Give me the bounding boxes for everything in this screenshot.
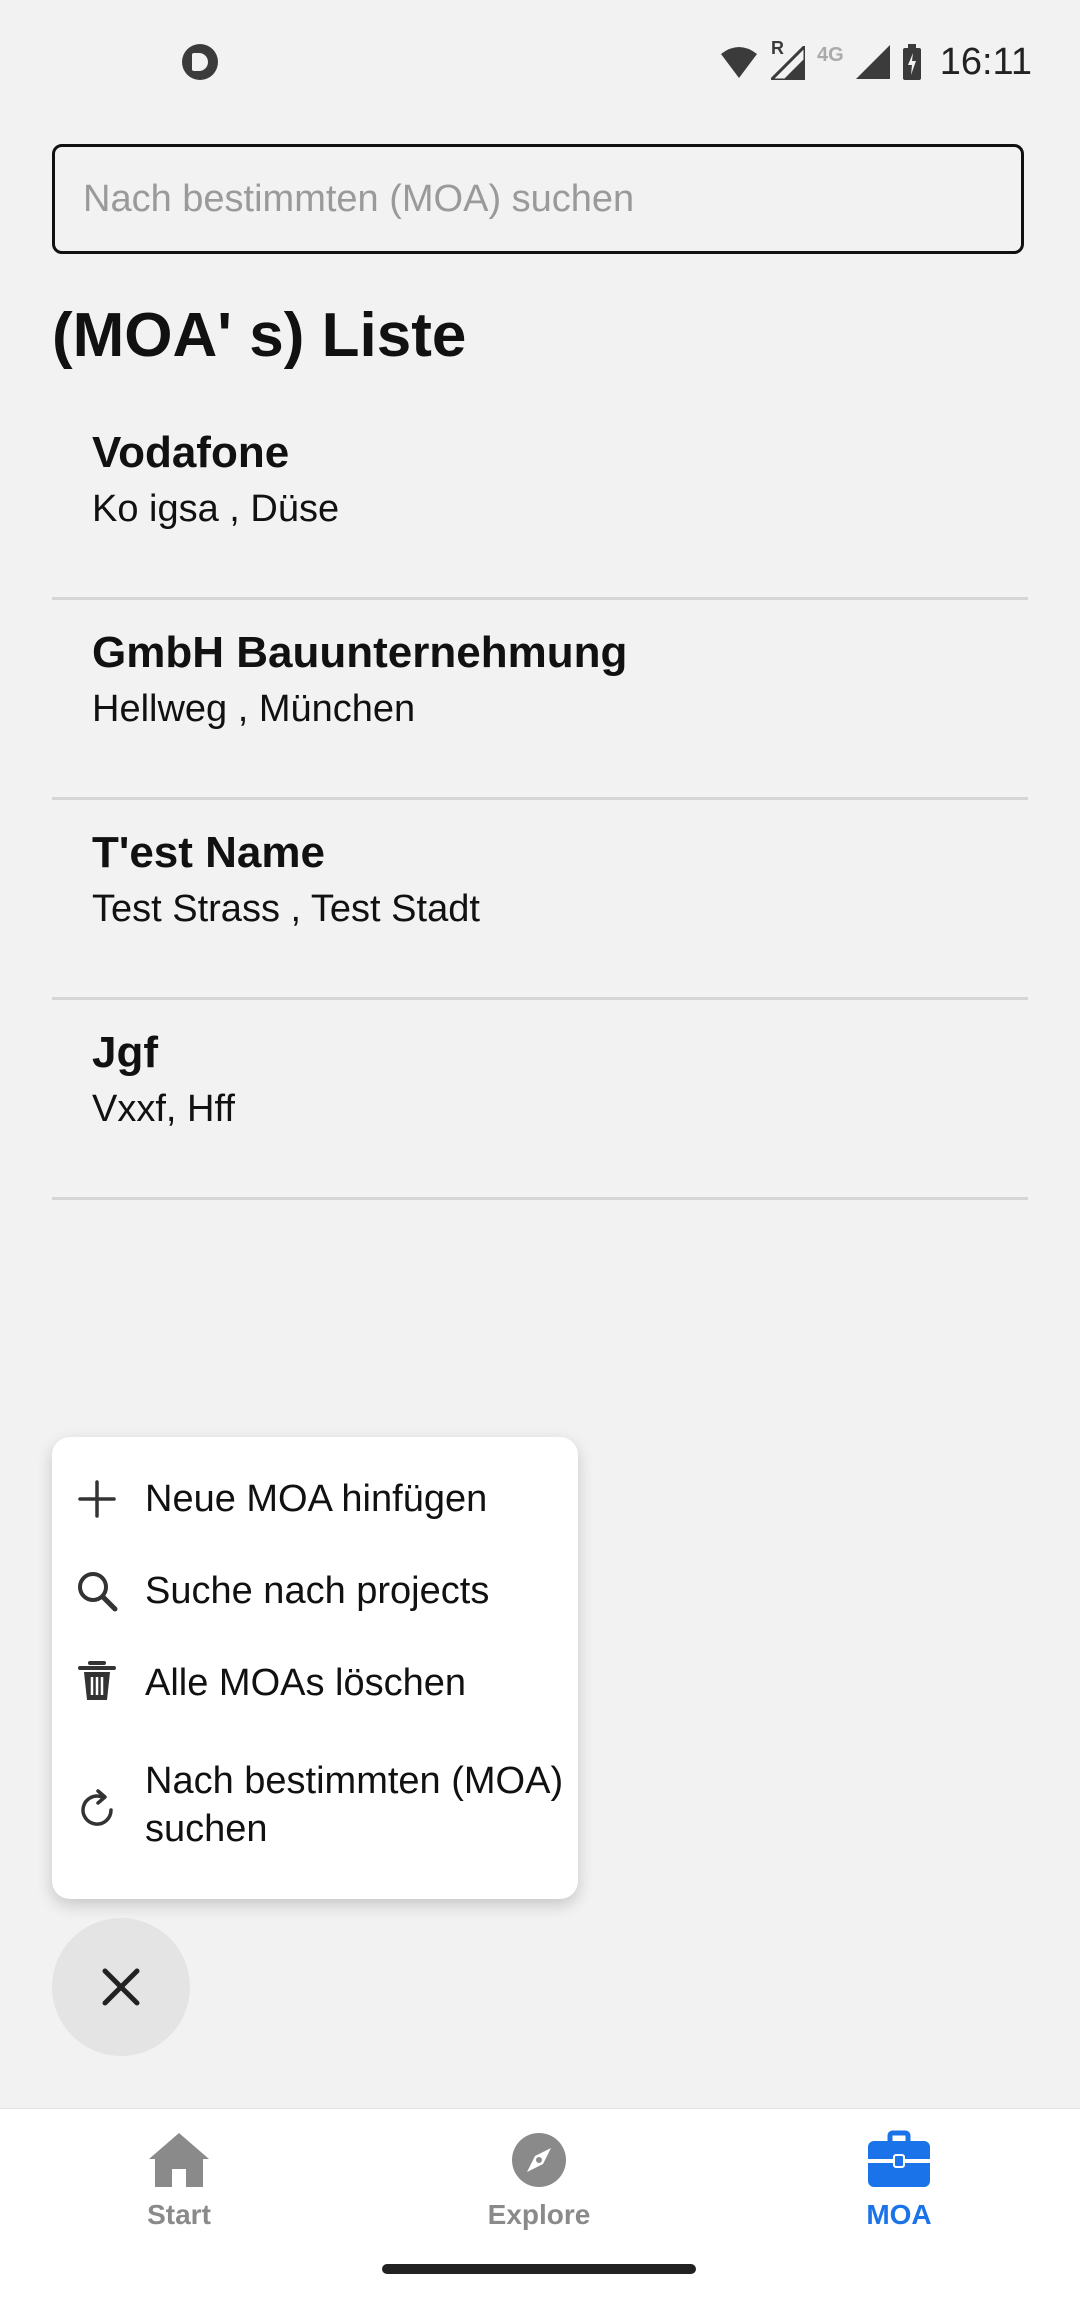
nav-label: MOA	[866, 2199, 932, 2230]
list-item[interactable]: Vodafone Ko igsa , Düse	[52, 400, 1028, 600]
app-notification-icon	[182, 44, 218, 80]
plus-icon	[78, 1480, 116, 1518]
list-item-subtitle: Hellweg , München	[92, 688, 416, 730]
list-item[interactable]: Jgf Vxxf, Hff	[52, 1000, 1028, 1200]
list-item[interactable]: GmbH Bauunternehmung Hellweg , München	[52, 600, 1028, 800]
menu-item-delete-all[interactable]: Alle MOAs löschen	[52, 1651, 578, 1715]
signal-roaming: R	[771, 38, 806, 80]
menu-item-add-moa[interactable]: Neue MOA hinfügen	[52, 1467, 578, 1531]
menu-item-label: Nach bestimmten (MOA) suchen	[145, 1760, 564, 1850]
menu-item-label: Suche nach projects	[145, 1570, 490, 1612]
menu-item-search-moa[interactable]: Nach bestimmten (MOA) suchen	[52, 1743, 578, 1871]
fab-action-menu: Neue MOA hinfügen Suche nach projects Al…	[52, 1437, 578, 1899]
close-menu-button[interactable]	[52, 1918, 190, 2056]
list-item-title: T'est Name	[92, 828, 325, 877]
signal-icon	[771, 46, 806, 80]
signal-full-icon	[855, 45, 890, 79]
compass-icon	[512, 2133, 566, 2187]
briefcase-icon	[868, 2130, 930, 2187]
search-icon	[78, 1572, 118, 1612]
clock: 16:11	[939, 40, 1032, 83]
search-box[interactable]	[52, 144, 1024, 254]
home-indicator[interactable]	[382, 2264, 696, 2274]
list-item-subtitle: Ko igsa , Düse	[92, 488, 340, 530]
nav-label: Explore	[487, 2199, 591, 2230]
network-type: 4G	[817, 43, 844, 66]
moa-list: Vodafone Ko igsa , Düse GmbH Bauunterneh…	[52, 400, 1028, 1200]
list-item-title: Jgf	[92, 1028, 158, 1077]
list-item-subtitle: Vxxf, Hff	[92, 1088, 235, 1130]
trash-icon	[78, 1661, 116, 1700]
list-item-subtitle: Test Strass , Test Stadt	[92, 888, 480, 930]
close-icon	[102, 1968, 140, 2006]
status-icons: R 4G 16:11	[719, 34, 1032, 90]
menu-item-label: Alle MOAs löschen	[145, 1662, 467, 1704]
status-bar: R 4G 16:11	[0, 0, 1080, 120]
nav-item-start[interactable]: Start	[79, 2129, 279, 2231]
menu-item-label: Neue MOA hinfügen	[145, 1478, 488, 1520]
list-item-title: GmbH Bauunternehmung	[92, 628, 628, 677]
list-item[interactable]: T'est Name Test Strass , Test Stadt	[52, 800, 1028, 1000]
battery-charging-icon	[902, 44, 921, 80]
nav-item-explore[interactable]: Explore	[439, 2129, 639, 2231]
home-icon	[149, 2133, 209, 2187]
wifi-icon	[721, 47, 758, 78]
nav-item-moa[interactable]: MOA	[799, 2129, 999, 2231]
page-title: (MOA' s) Liste	[52, 301, 467, 370]
list-item-title: Vodafone	[92, 428, 290, 477]
refresh-icon	[81, 1789, 113, 1826]
menu-item-search-projects[interactable]: Suche nach projects	[52, 1559, 578, 1623]
nav-label: Start	[147, 2199, 211, 2230]
search-input[interactable]	[55, 147, 1021, 251]
